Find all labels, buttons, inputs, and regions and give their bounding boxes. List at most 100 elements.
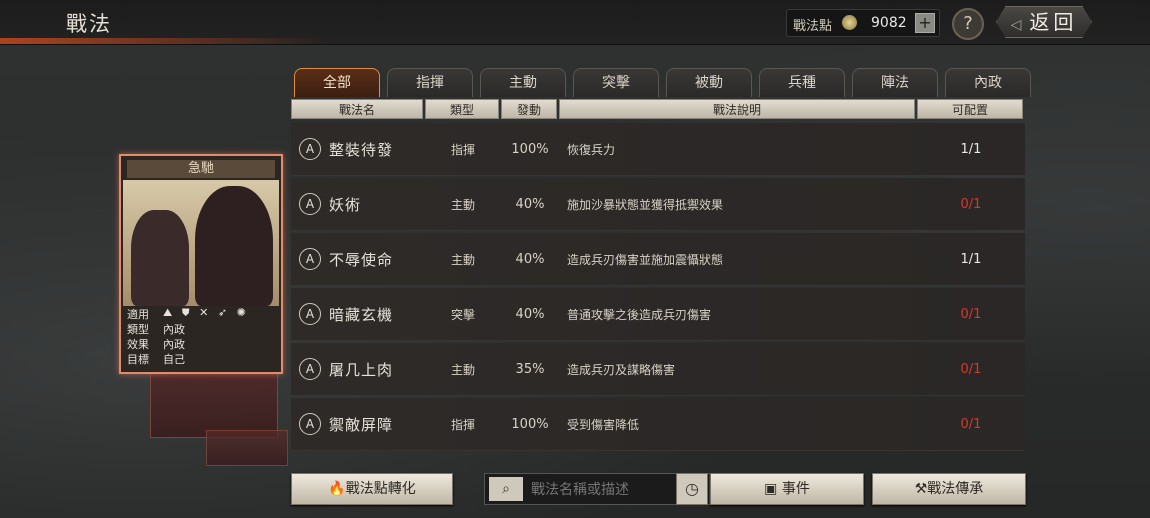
tab-passive[interactable]: 被動 <box>666 68 752 97</box>
tab-troop[interactable]: 兵種 <box>759 68 845 97</box>
card-info-key: 類型 <box>127 323 149 336</box>
event-label: 事件 <box>781 481 810 497</box>
table-row[interactable]: A 妖術 主動 40% 施加沙暴狀態並獲得抵禦效果 0/1 <box>291 178 1025 231</box>
grade-badge: A <box>299 248 321 270</box>
event-button[interactable]: ▣ 事件 <box>710 473 864 505</box>
skill-name: 整裝待發 <box>329 140 394 159</box>
skill-type: 主動 <box>450 362 475 377</box>
clock-icon[interactable]: ◷ <box>676 473 708 505</box>
card-info-key: 效果 <box>127 338 149 351</box>
grade-badge: A <box>299 358 321 380</box>
skill-rate: 100% <box>511 141 549 157</box>
coin-icon <box>842 15 857 30</box>
table-row[interactable]: A 屠几上肉 主動 35% 造成兵刃及謀略傷害 0/1 <box>291 343 1025 396</box>
add-points-button[interactable]: + <box>915 13 935 33</box>
column-header-name[interactable]: 戰法名 <box>291 99 423 119</box>
grade-badge: A <box>299 193 321 215</box>
tab-assault[interactable]: 突擊 <box>573 68 659 97</box>
column-header-available[interactable]: 可配置 <box>917 99 1023 119</box>
figure-silhouette <box>195 186 273 306</box>
skill-name-cell: A 暗藏玄機 <box>291 303 425 325</box>
back-button[interactable]: ◁ 返回 <box>996 6 1092 38</box>
table-row[interactable]: A 禦敵屏障 指揮 100% 受到傷害降低 0/1 <box>291 398 1025 451</box>
card-info-value: 內政 <box>163 338 185 351</box>
hammer-icon: ⚒ <box>914 481 928 497</box>
convert-points-button[interactable]: 🔥戰法點轉化 <box>291 473 453 505</box>
skill-description: 恢復兵力 <box>567 142 616 157</box>
skill-available: 1/1 <box>960 141 982 157</box>
skill-name-cell: A 不辱使命 <box>291 248 425 270</box>
convert-label: 戰法點轉化 <box>345 481 416 497</box>
skill-available: 0/1 <box>960 306 982 322</box>
skill-points-display: 戰法點 9082 + <box>786 9 940 37</box>
tab-active[interactable]: 主動 <box>480 68 566 97</box>
skill-description: 受到傷害降低 <box>567 417 640 432</box>
column-header-rate[interactable]: 發動 <box>501 99 557 119</box>
card-info-value: 內政 <box>163 323 185 336</box>
page-title: 戰法 <box>66 12 112 36</box>
tab-command[interactable]: 指揮 <box>387 68 473 97</box>
inherit-label: 戰法傳承 <box>927 481 984 497</box>
table-row[interactable]: A 暗藏玄機 突擊 40% 普通攻擊之後造成兵刃傷害 0/1 <box>291 288 1025 341</box>
skill-name-cell: A 妖術 <box>291 193 425 215</box>
skill-card[interactable]: 急馳 適用 ⛰ ⛊ ✕ ➶ ✺ 類型 內政 效果 內政 目標 自己 <box>119 154 283 374</box>
figure-silhouette <box>131 210 189 306</box>
table-row[interactable]: A 整裝待發 指揮 100% 恢復兵力 1/1 <box>291 123 1025 176</box>
skill-description: 造成兵刃傷害並施加震懾狀態 <box>567 252 724 267</box>
table-header: 戰法名 類型 發動 戰法說明 可配置 <box>291 99 1025 119</box>
table-row[interactable]: A 不辱使命 主動 40% 造成兵刃傷害並施加震懾狀態 1/1 <box>291 233 1025 286</box>
card-info-value: 自己 <box>163 353 185 366</box>
skill-description: 普通攻擊之後造成兵刃傷害 <box>567 307 712 322</box>
skill-list: A 整裝待發 指揮 100% 恢復兵力 1/1 A 妖術 主動 40% 施加沙暴… <box>291 123 1025 453</box>
skill-type: 指揮 <box>450 417 475 432</box>
skill-available: 1/1 <box>960 251 982 267</box>
tab-all[interactable]: 全部 <box>294 68 380 97</box>
skill-description: 施加沙暴狀態並獲得抵禦效果 <box>567 197 724 212</box>
column-header-description: 戰法說明 <box>559 99 915 119</box>
skill-points-value: 9082 <box>871 15 907 31</box>
card-info-row: 適用 ⛰ ⛊ ✕ ➶ ✺ <box>125 306 277 321</box>
skill-name: 屠几上肉 <box>329 360 394 379</box>
skill-rate: 100% <box>511 416 549 432</box>
help-button[interactable]: ? <box>952 8 984 40</box>
skill-type: 主動 <box>450 197 475 212</box>
tab-internal[interactable]: 內政 <box>945 68 1031 97</box>
card-info-key: 適用 <box>127 308 149 321</box>
skill-description: 造成兵刃及謀略傷害 <box>567 362 676 377</box>
skill-rate: 35% <box>515 361 545 377</box>
unit-type-icons: ⛰ ⛊ ✕ ➶ ✺ <box>163 306 249 319</box>
skill-name-cell: A 整裝待發 <box>291 138 425 160</box>
skill-name: 不辱使命 <box>329 250 394 269</box>
tab-formation[interactable]: 陣法 <box>852 68 938 97</box>
skill-type: 指揮 <box>450 142 475 157</box>
skill-rate: 40% <box>515 306 545 322</box>
card-info-row: 目標 自己 <box>125 351 277 366</box>
skill-type: 突擊 <box>450 307 475 322</box>
card-stack-back-2 <box>206 430 288 466</box>
grade-badge: A <box>299 138 321 160</box>
skill-name: 妖術 <box>329 195 362 214</box>
card-info-row: 效果 內政 <box>125 336 277 351</box>
skill-available: 0/1 <box>960 196 982 212</box>
card-info-key: 目標 <box>127 353 149 366</box>
grade-badge: A <box>299 413 321 435</box>
skill-name-cell: A 屠几上肉 <box>291 358 425 380</box>
title-glow <box>0 38 330 44</box>
skill-rate: 40% <box>515 251 545 267</box>
card-info-row: 類型 內政 <box>125 321 277 336</box>
skill-name-cell: A 禦敵屏障 <box>291 413 425 435</box>
skill-available: 0/1 <box>960 416 982 432</box>
category-tabs: 全部 指揮 主動 突擊 被動 兵種 陣法 內政 <box>294 68 1038 98</box>
fire-icon: 🔥 <box>328 481 346 497</box>
skill-rate: 40% <box>515 196 545 212</box>
skill-type: 主動 <box>450 252 475 267</box>
card-illustration <box>123 180 279 306</box>
inherit-button[interactable]: ⚒戰法傳承 <box>872 473 1026 505</box>
grade-badge: A <box>299 303 321 325</box>
search-input[interactable] <box>529 478 673 502</box>
skill-name: 禦敵屏障 <box>329 415 394 434</box>
column-header-type[interactable]: 類型 <box>425 99 499 119</box>
top-bar: 戰法 戰法點 9082 + ? ◁ 返回 <box>0 0 1150 45</box>
card-info: 適用 ⛰ ⛊ ✕ ➶ ✺ 類型 內政 效果 內政 目標 自己 <box>125 306 277 366</box>
search-icon[interactable]: ⌕ <box>489 477 523 501</box>
